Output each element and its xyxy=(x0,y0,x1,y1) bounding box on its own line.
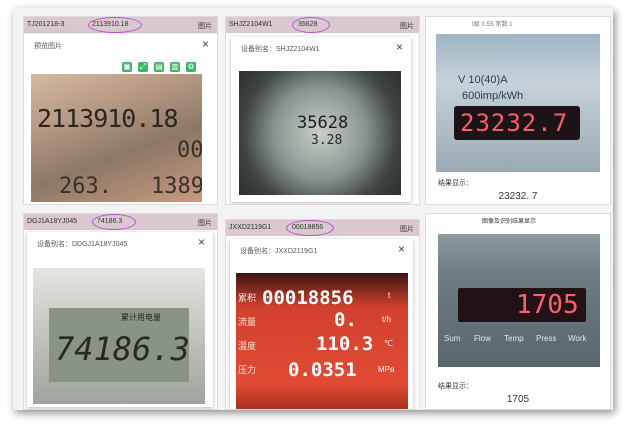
photo-display-main: 00018856 xyxy=(262,287,354,309)
photo-display-unit: 600imp/kWh xyxy=(462,90,524,102)
card-top-label: Ⅰ级 0.5S 常数 1 xyxy=(472,22,513,28)
meter-photo: 00018856 累积 流量 温度 压力 0. 110.3 0.0351 t t… xyxy=(236,273,408,409)
card-header: SHJZ2104W1 35628 图片 xyxy=(226,17,419,33)
meter-photo: 2113910.18 00 263. 1389 xyxy=(31,74,202,202)
screenshot-frame: TJ201218-3 2113910.18 图片 预览图片 × ▣ ⤢ ▤ ▥ … xyxy=(13,8,613,410)
photo-unit-2: t/h xyxy=(382,315,391,324)
preview-dialog: 设备别名：SHJZ2104W1 × 35628 3.28 xyxy=(231,37,411,202)
photo-button-flow: Flow xyxy=(474,334,491,343)
meter-reading: 00018856 xyxy=(292,224,324,231)
settings-icon[interactable]: ⚙ xyxy=(186,62,196,72)
photo-display-main: 74186.3 xyxy=(55,330,190,368)
photo-row-label-3: 温度 xyxy=(238,341,257,351)
preview-dialog: 设备别名：DDGJ1A18YJ045 × 累计用电量 74186.3 xyxy=(27,232,213,407)
meter-card-2: SHJZ2104W1 35628 图片 设备别名：SHJZ2104W1 × 35… xyxy=(225,16,420,205)
result-value: 1705 xyxy=(506,394,530,405)
meter-reading: 2113910.18 xyxy=(92,21,129,28)
chart-icon[interactable]: ▥ xyxy=(170,62,180,72)
photo-button-temp: Temp xyxy=(504,334,524,343)
dialog-title: 预览图片 xyxy=(34,43,62,50)
display-window: 23232.7 xyxy=(454,106,580,140)
close-button[interactable]: × xyxy=(398,242,405,256)
result-label: 结果显示： xyxy=(438,383,473,390)
display-window: 1705 xyxy=(458,288,586,322)
dialog-title: 设备别名：DDGJ1A18YJ045 xyxy=(37,241,128,248)
photo-display-top: V 10(40)A xyxy=(458,74,508,86)
photo-row-label-1: 累积 xyxy=(238,293,257,303)
meter-reading: 74186.3 xyxy=(97,218,123,225)
card-top-label: 图像及识别结果显示 xyxy=(482,219,537,225)
photo-row-flow: 0. xyxy=(334,309,357,331)
photo-row-press: 0.0351 xyxy=(288,359,357,381)
image-link[interactable]: 图片 xyxy=(198,218,212,228)
photo-display-sub: 3.28 xyxy=(311,133,343,148)
image-link[interactable]: 图片 xyxy=(400,224,414,234)
photo-unit-3: ℃ xyxy=(384,339,393,348)
photo-row-temp: 110.3 xyxy=(316,333,374,355)
meter-card-4: DGJ1A18YJ045 74186.3 图片 设备别名：DDGJ1A18YJ0… xyxy=(23,213,218,410)
meter-id: TJ201218-3 xyxy=(27,21,65,28)
fullscreen-icon[interactable]: ⤢ xyxy=(138,62,148,72)
photo-display-main: 2113910.18 xyxy=(37,104,179,133)
dialog-title: 设备别名：JXXD2119G1 xyxy=(240,248,318,255)
meter-card-6: 图像及识别结果显示 1705 Sum Flow Temp Press Work … xyxy=(425,213,611,410)
close-button[interactable]: × xyxy=(396,40,403,54)
meter-id: DGJ1A18YJ045 xyxy=(27,218,78,225)
photo-display-digits: 00 xyxy=(177,138,202,163)
result-label: 结果显示： xyxy=(438,180,473,187)
meter-card-1: TJ201218-3 2113910.18 图片 预览图片 × ▣ ⤢ ▤ ▥ … xyxy=(23,16,218,205)
preview-dialog: 设备别名：JXXD2119G1 × 00018856 累积 流量 温度 压力 0… xyxy=(230,239,413,409)
image-link[interactable]: 图片 xyxy=(400,21,414,31)
preview-dialog: 预览图片 × ▣ ⤢ ▤ ▥ ⚙ 2113910.18 00 263. 1389 xyxy=(24,34,217,204)
meter-id: JXXD2119G1 xyxy=(229,224,272,231)
image-icon[interactable]: ▤ xyxy=(154,62,164,72)
meter-photo: 累计用电量 74186.3 xyxy=(33,268,205,404)
close-button[interactable]: × xyxy=(198,235,205,249)
card-header: DGJ1A18YJ045 74186.3 图片 xyxy=(24,214,217,230)
photo-row-label-4: 压力 xyxy=(238,365,257,375)
photo-display-sub: 263. xyxy=(59,174,112,199)
display-window: 累计用电量 74186.3 xyxy=(49,308,190,382)
meter-reading: 35628 xyxy=(298,21,318,28)
photo-unit-4: MPa xyxy=(378,365,395,374)
meter-card-3: Ⅰ级 0.5S 常数 1 V 10(40)A 600imp/kWh 23232.… xyxy=(425,16,611,205)
meter-card-5: JXXD2119G1 00018856 图片 设备别名：JXXD2119G1 ×… xyxy=(225,219,420,410)
photo-display-sub2: 1389 xyxy=(151,174,202,199)
photo-unit-1: t xyxy=(388,291,391,300)
card-header: JXXD2119G1 00018856 图片 xyxy=(226,220,419,236)
close-button[interactable]: × xyxy=(202,37,209,51)
photo-button-press: Press xyxy=(536,334,557,343)
photo-button-sum: Sum xyxy=(444,334,461,343)
photo-display-main: 23232.7 xyxy=(460,109,569,137)
card-header: TJ201218-3 2113910.18 图片 xyxy=(24,17,217,33)
photo-display-main: 1705 xyxy=(516,290,579,320)
meter-photo: 1705 Sum Flow Temp Press Work xyxy=(438,234,600,367)
result-value: 23232. 7 xyxy=(498,191,538,202)
photo-row-label-2: 流量 xyxy=(238,317,257,327)
meter-id: SHJZ2104W1 xyxy=(229,21,273,28)
photo-button-work: Work xyxy=(568,334,587,343)
meter-photo: 35628 3.28 xyxy=(239,71,401,195)
image-link[interactable]: 图片 xyxy=(198,21,212,31)
dialog-title: 设备别名：SHJZ2104W1 xyxy=(241,46,320,53)
save-icon[interactable]: ▣ xyxy=(122,62,132,72)
photo-display-main: 35628 xyxy=(297,113,349,133)
meter-photo: V 10(40)A 600imp/kWh 23232.7 xyxy=(436,34,600,172)
photo-display-sub: 累计用电量 xyxy=(121,313,161,322)
